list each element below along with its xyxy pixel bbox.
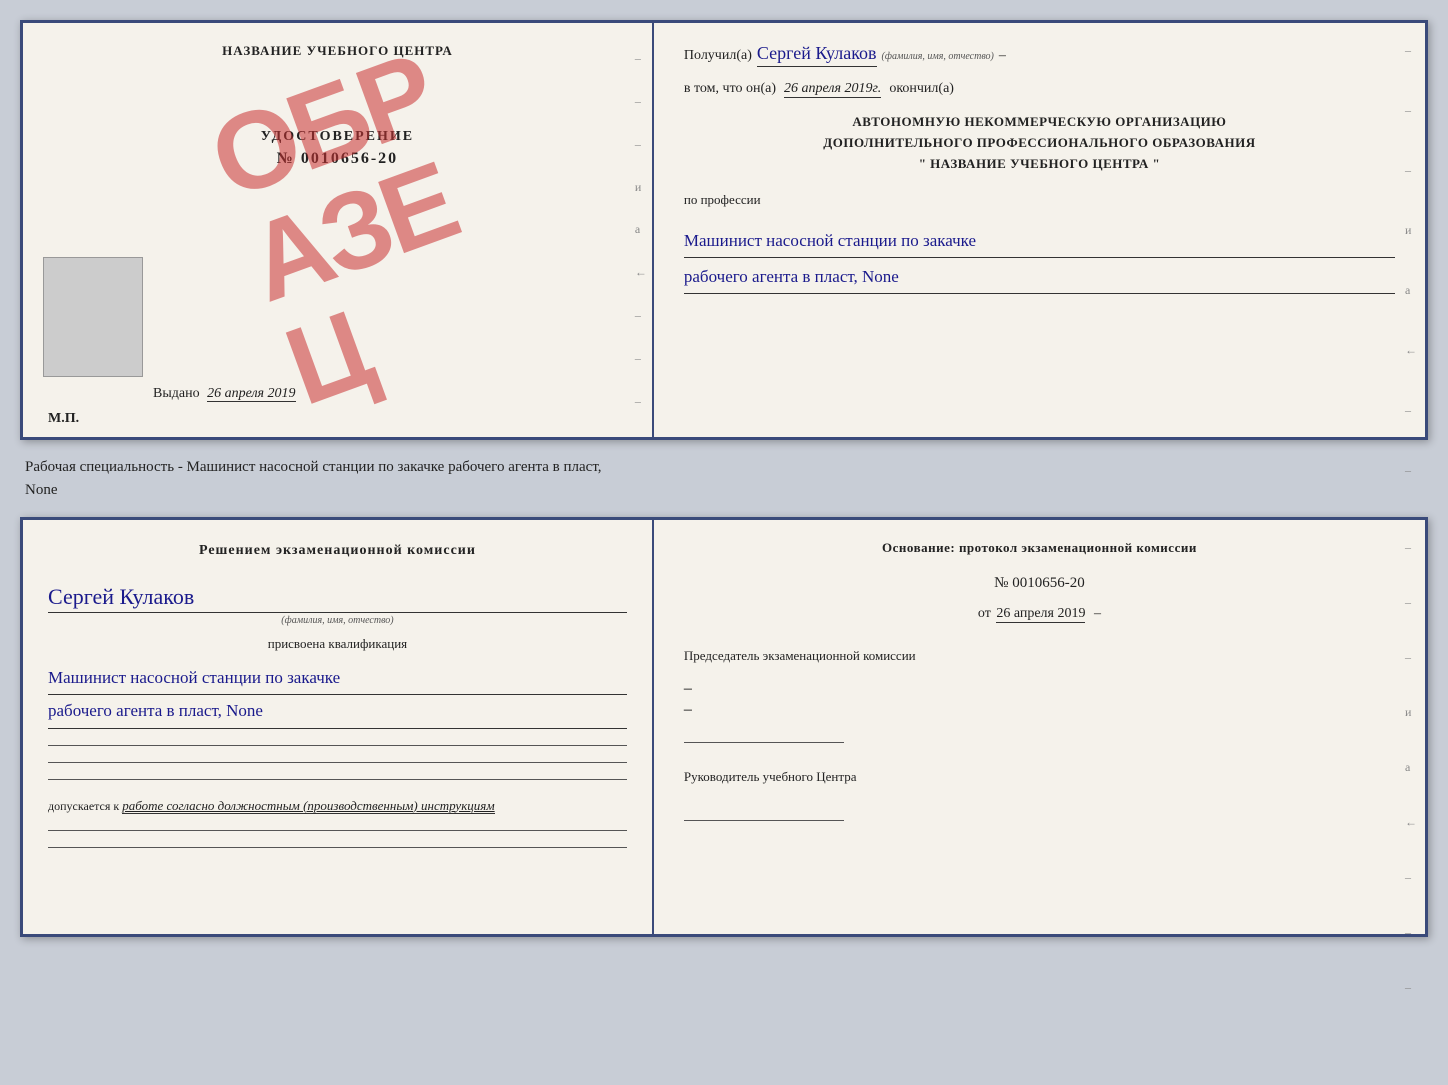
ot-date-line: от 26 апреля 2019 – <box>684 606 1395 622</box>
top-document: НАЗВАНИЕ УЧЕБНОГО ЦЕНТРА ОБР АЗЕ Ц УДОСТ… <box>20 20 1428 440</box>
middle-text-block: Рабочая специальность - Машинист насосно… <box>20 448 1428 509</box>
person-name-block: Сергей Кулаков (фамилия, имя, отчество) <box>48 579 627 626</box>
udostoverenie-title: УДОСТОВЕРЕНИЕ <box>48 129 627 145</box>
org-block: АВТОНОМНУЮ НЕКОММЕРЧЕСКУЮ ОРГАНИЗАЦИЮ ДО… <box>684 112 1395 174</box>
bottom-line-2 <box>48 762 627 763</box>
recipient-name-top: Сергей Кулаков <box>757 43 877 67</box>
bottom-doc-right: Основание: протокол экзаменационной коми… <box>654 520 1425 934</box>
bottom-line-1 <box>48 745 627 746</box>
poluchil-line: Получил(а) Сергей Кулаков (фамилия, имя,… <box>684 43 1395 67</box>
prisvoena-label: присвоена квалификация <box>48 636 627 652</box>
predsedatel-sig: – – <box>684 680 1395 743</box>
po-professii-label: по профессии <box>684 192 1395 208</box>
bottom-document: Решением экзаменационной комиссии Сергей… <box>20 517 1428 937</box>
photo-placeholder <box>43 257 143 377</box>
predsedatel-label: Председатель экзаменационной комиссии <box>684 646 1395 666</box>
right-dashes-3: – – – и а ← – – – <box>1405 540 1417 995</box>
bottom-doc-left: Решением экзаменационной комиссии Сергей… <box>23 520 654 934</box>
profession-lines-top: Машинист насосной станции по закачке раб… <box>684 222 1395 293</box>
vydano-line: Выдано 26 апреля 2019 <box>153 386 296 402</box>
sample-stamp: ОБР АЗЕ Ц <box>199 37 521 423</box>
sig-line-2 <box>684 820 844 821</box>
vtom-line: в том, что он(а) 26 апреля 2019г. окончи… <box>684 81 1395 98</box>
osnovanie-title: Основание: протокол экзаменационной коми… <box>684 540 1395 556</box>
mp-line: М.П. <box>48 411 79 427</box>
udostoverenie-block: УДОСТОВЕРЕНИЕ № 0010656-20 <box>48 129 627 168</box>
bottom-line-5 <box>48 847 627 848</box>
protocol-num: № 0010656-20 <box>684 575 1395 592</box>
bottom-line-3 <box>48 779 627 780</box>
right-dashes: – – – и а ← – – – <box>635 23 647 437</box>
dopuskaetsya-block: допускается к работе согласно должностны… <box>48 798 627 814</box>
top-doc-left: НАЗВАНИЕ УЧЕБНОГО ЦЕНТРА ОБР АЗЕ Ц УДОСТ… <box>23 23 654 437</box>
qualification-lines: Машинист насосной станции по закачке раб… <box>48 662 627 729</box>
commission-title: Решением экзаменационной комиссии <box>48 540 627 561</box>
top-doc-right: Получил(а) Сергей Кулаков (фамилия, имя,… <box>654 23 1425 437</box>
rukovoditel-label: Руководитель учебного Центра <box>684 767 1395 787</box>
page-container: НАЗВАНИЕ УЧЕБНОГО ЦЕНТРА ОБР АЗЕ Ц УДОСТ… <box>20 20 1428 937</box>
top-left-title: НАЗВАНИЕ УЧЕБНОГО ЦЕНТРА <box>48 43 627 59</box>
udostoverenie-num: № 0010656-20 <box>48 150 627 168</box>
bottom-line-4 <box>48 830 627 831</box>
sig-line-1 <box>684 742 844 743</box>
right-dashes-2: – – – и а ← – – – <box>1405 43 1417 538</box>
